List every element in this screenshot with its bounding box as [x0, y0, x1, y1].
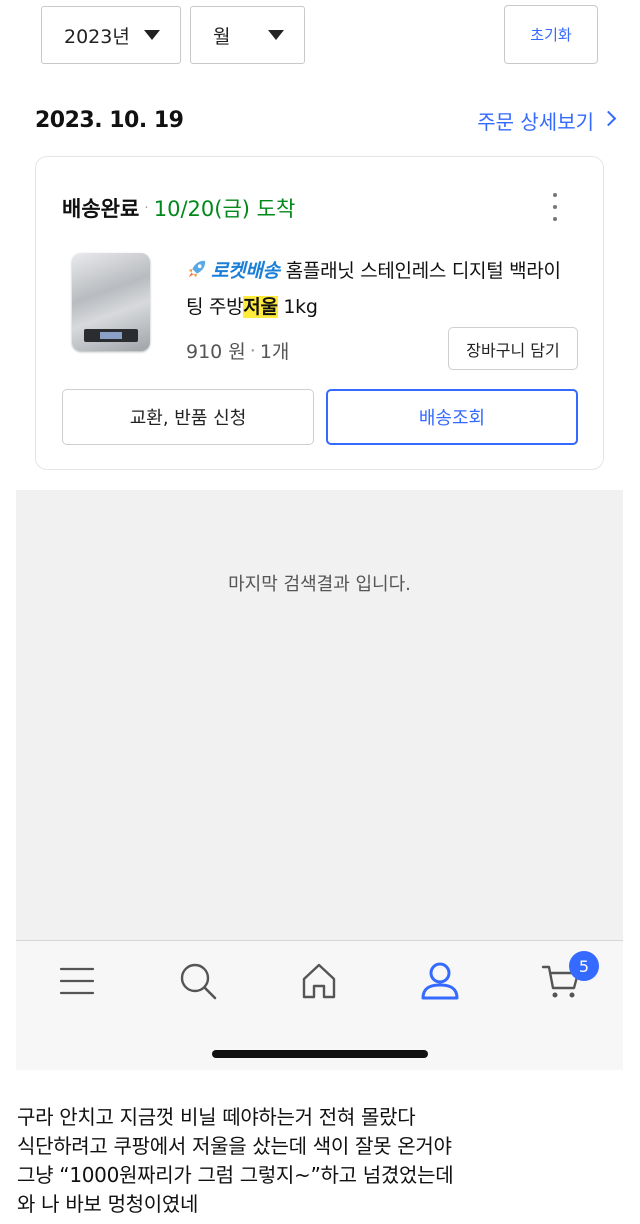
separator-dot: · [249, 339, 256, 362]
more-options-icon[interactable] [551, 193, 559, 221]
search-icon[interactable] [176, 959, 220, 1003]
cart-count-badge: 5 [569, 951, 599, 981]
order-detail-label: 주문 상세보기 [477, 110, 594, 134]
menu-icon[interactable] [55, 959, 99, 1003]
caption-line: 식단하려고 쿠팡에서 저울을 샀는데 색이 잘못 온거야 [17, 1134, 452, 1158]
status-label: 배송완료 [62, 197, 140, 221]
product-name-suffix: 1kg [277, 296, 318, 318]
product-name[interactable]: 로켓배송 홈플래닛 스테인레스 디지털 백라이팅 주방저울 1kg [186, 253, 576, 325]
chevron-right-icon [600, 110, 617, 127]
end-of-results-message: 마지막 검색결과 입니다. [228, 574, 411, 595]
home-indicator[interactable] [212, 1050, 428, 1058]
month-select-label: 월 [213, 25, 231, 48]
caption-text: 구라 안치고 지금껏 비닐 떼야하는거 전혀 몰랐다 식단하려고 쿠팡에서 저울… [17, 1103, 454, 1219]
month-select[interactable]: 월 [190, 6, 305, 64]
user-icon[interactable] [418, 959, 462, 1003]
delivery-status: 배송완료 · 10/20(금) 도착 [62, 193, 295, 223]
caption-line: 구라 안치고 지금껏 비닐 떼야하는거 전혀 몰랐다 [17, 1105, 416, 1129]
order-date: 2023. 10. 19 [35, 108, 184, 133]
product-image[interactable] [72, 253, 150, 353]
order-card: 배송완료 · 10/20(금) 도착 로켓배송 홈플래닛 스테인레스 디지털 백라… [35, 156, 604, 470]
rocket-delivery-label: 로켓배송 [211, 260, 280, 282]
quantity: 1개 [259, 341, 290, 363]
arrival-date: 10/20(금) 도착 [153, 197, 296, 221]
caret-down-icon [268, 30, 284, 40]
product-name-highlight: 저울 [243, 296, 278, 318]
add-to-cart-button[interactable]: 장바구니 담기 [448, 327, 578, 370]
home-icon[interactable] [297, 959, 341, 1003]
track-delivery-button[interactable]: 배송조회 [326, 389, 578, 445]
caption-line: 와 나 바보 멍청이였네 [17, 1192, 199, 1216]
separator-dot: · [144, 200, 149, 216]
reset-button[interactable]: 초기화 [504, 5, 598, 64]
price: 910 원 [186, 341, 246, 363]
results-end-area: 마지막 검색결과 입니다. [16, 490, 623, 940]
filter-bar: 2023년 월 초기화 [0, 0, 640, 70]
caret-down-icon [144, 30, 160, 40]
year-select[interactable]: 2023년 [41, 6, 181, 64]
exchange-return-button[interactable]: 교환, 반품 신청 [62, 389, 314, 445]
price-line: 910 원 · 1개 [186, 337, 289, 364]
rocket-icon [186, 256, 208, 278]
caption-line: 그냥 “1000원짜리가 그럼 그렇지~”하고 넘겼었는데 [17, 1163, 454, 1187]
order-detail-link[interactable]: 주문 상세보기 [477, 106, 617, 135]
year-select-label: 2023년 [64, 25, 130, 48]
